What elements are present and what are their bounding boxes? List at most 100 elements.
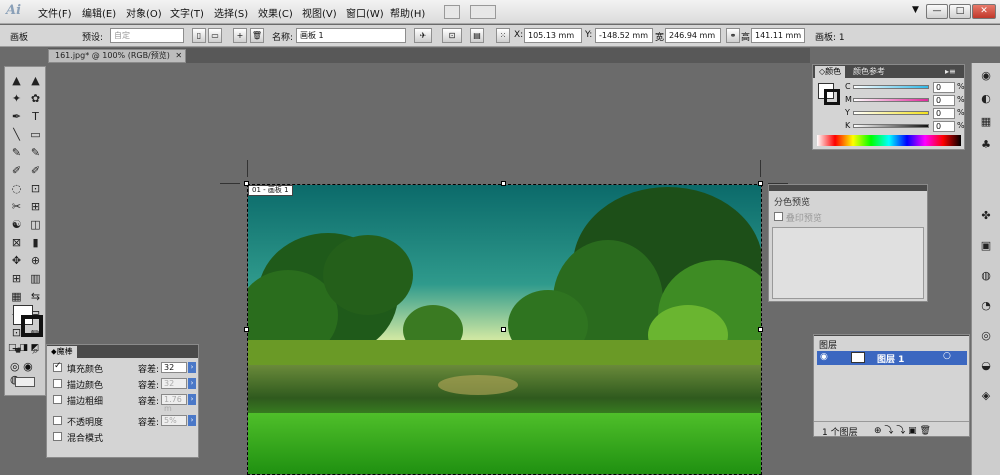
dock-panel-icon[interactable]: ▦ <box>976 113 996 131</box>
tool-icon[interactable]: ⇆ <box>27 289 44 305</box>
dock-panel-icon[interactable]: ◒ <box>976 357 996 375</box>
delete-artboard-icon[interactable]: 🗑 <box>250 28 264 43</box>
menu-object[interactable]: 对象(O) <box>126 5 162 20</box>
menu-effect[interactable]: 效果(C) <box>258 5 293 20</box>
x-input[interactable]: 105.13 mm <box>524 28 582 43</box>
color-mode-icons[interactable]: □ ◨ ◩ <box>8 343 39 353</box>
tool-icon[interactable]: ✎ <box>27 145 44 161</box>
menu-window[interactable]: 窗口(W) <box>346 5 384 20</box>
channel-input[interactable]: 0 <box>933 121 955 132</box>
width-input[interactable]: 246.94 mm <box>665 28 721 43</box>
channel-slider[interactable] <box>853 98 929 102</box>
workspace-dropdown-icon[interactable]: ▼ <box>912 5 919 15</box>
tab-color[interactable]: ◇颜色 <box>815 66 846 78</box>
tool-icon[interactable]: T <box>27 109 44 125</box>
layer-row[interactable]: ◉ 图层 1 ○ <box>817 351 967 365</box>
tool-icon[interactable]: ▦ <box>8 289 25 305</box>
maximize-button[interactable]: □ <box>949 4 971 19</box>
magic-wand-tab[interactable]: ⬥魔棒 <box>47 346 77 358</box>
center-mark-icon[interactable]: ⊡ <box>442 28 462 43</box>
y-input[interactable]: -148.52 mm <box>595 28 653 43</box>
panel-menu-icon[interactable]: ▸≡ <box>941 66 960 78</box>
landscape-icon[interactable]: ▭ <box>208 28 222 43</box>
tool-icon[interactable]: ⊕ <box>27 253 44 269</box>
artboard-name-input[interactable]: 画板 1 <box>296 28 406 43</box>
dock-panel-icon[interactable]: ✤ <box>976 207 996 225</box>
menu-view[interactable]: 视图(V) <box>302 5 337 20</box>
tool-icon[interactable]: ▮ <box>27 235 44 251</box>
tolerance-arrow-icon[interactable]: › <box>188 362 196 373</box>
color-stroke-swatch[interactable] <box>824 89 840 105</box>
target-icon[interactable]: ○ <box>943 351 951 361</box>
bridge-icon[interactable] <box>444 5 460 19</box>
tool-icon[interactable]: ▥ <box>27 271 44 287</box>
tool-icon[interactable]: ▭ <box>27 127 44 143</box>
eye-icon[interactable]: ◉ <box>820 352 828 362</box>
menu-help[interactable]: 帮助(H) <box>390 5 425 20</box>
reference-point-icon[interactable]: ⁙ <box>496 28 510 43</box>
tool-icon[interactable]: ⊞ <box>27 199 44 215</box>
tool-icon[interactable]: ▲ <box>8 73 25 89</box>
wand-checkbox[interactable] <box>53 432 62 441</box>
tool-icon[interactable]: ⊠ <box>8 235 25 251</box>
menu-edit[interactable]: 编辑(E) <box>82 5 116 20</box>
minimize-button[interactable]: — <box>926 4 948 19</box>
overprint-checkbox[interactable]: 叠印预览 <box>774 211 822 224</box>
wand-checkbox[interactable] <box>53 395 62 404</box>
wand-checkbox[interactable] <box>53 379 62 388</box>
menu-select[interactable]: 选择(S) <box>214 5 248 20</box>
tolerance-input[interactable]: 5% <box>161 415 187 426</box>
tool-icon[interactable]: ✒ <box>8 109 25 125</box>
channel-input[interactable]: 0 <box>933 95 955 106</box>
wand-checkbox[interactable]: ✓ <box>53 361 62 372</box>
tab-close-icon[interactable]: ✕ <box>175 51 182 60</box>
tool-icon[interactable]: ✎ <box>8 145 25 161</box>
channel-input[interactable]: 0 <box>933 108 955 119</box>
tool-icon[interactable]: ▲ <box>27 73 44 89</box>
channel-input[interactable]: 0 <box>933 82 955 93</box>
tab-color-guide[interactable]: 颜色参考 <box>849 66 889 78</box>
portrait-icon[interactable]: ▯ <box>192 28 206 43</box>
dock-panel-icon[interactable]: ◈ <box>976 387 996 405</box>
selection-handle[interactable] <box>244 327 249 332</box>
tool-icon[interactable]: ⊞ <box>8 271 25 287</box>
close-button[interactable]: ✕ <box>972 4 996 19</box>
document-tab[interactable]: 161.jpg* @ 100% (RGB/预览) ✕ <box>48 49 186 63</box>
arrange-documents-icon[interactable] <box>470 5 496 19</box>
tool-icon[interactable]: ◌ <box>8 181 25 197</box>
menu-type[interactable]: 文字(T) <box>170 5 204 20</box>
new-artboard-icon[interactable]: + <box>233 28 247 43</box>
channel-slider[interactable] <box>853 111 929 115</box>
layer-name[interactable]: 图层 1 <box>877 352 904 365</box>
tolerance-arrow-icon[interactable]: › <box>188 394 196 405</box>
dock-panel-icon[interactable]: ◉ <box>976 67 996 85</box>
tool-icon[interactable]: ✐ <box>27 163 44 179</box>
channel-slider[interactable] <box>853 124 929 128</box>
screen-mode-icon[interactable] <box>15 377 35 387</box>
layer-action-icons[interactable]: ⊕ ⤵ ⤵ ▣ 🗑 <box>874 423 931 436</box>
tool-icon[interactable]: ✦ <box>8 91 25 107</box>
wand-checkbox[interactable] <box>53 416 62 425</box>
stroke-swatch[interactable] <box>21 315 43 337</box>
tolerance-input[interactable]: 32 <box>161 362 187 373</box>
tool-icon[interactable]: ☯ <box>8 217 25 233</box>
color-spectrum-bar[interactable] <box>817 135 961 146</box>
tool-icon[interactable]: ✿ <box>27 91 44 107</box>
tolerance-arrow-icon[interactable]: › <box>188 378 196 389</box>
dock-panel-icon[interactable]: ▣ <box>976 237 996 255</box>
tool-icon[interactable]: ⊡ <box>27 181 44 197</box>
selection-handle[interactable] <box>501 327 506 332</box>
tolerance-input[interactable]: 1.76 m <box>161 394 187 413</box>
tolerance-arrow-icon[interactable]: › <box>188 415 196 426</box>
selection-handle[interactable] <box>758 327 763 332</box>
dock-panel-icon[interactable]: ◔ <box>976 297 996 315</box>
dock-panel-icon[interactable]: ◎ <box>976 327 996 345</box>
preset-select[interactable]: 自定 <box>110 28 184 43</box>
tolerance-input[interactable]: 32 <box>161 378 187 389</box>
tool-icon[interactable]: ✥ <box>8 253 25 269</box>
selection-handle[interactable] <box>501 181 506 186</box>
channel-slider[interactable] <box>853 85 929 89</box>
selection-handle[interactable] <box>758 181 763 186</box>
tool-icon[interactable]: ╲ <box>8 127 25 143</box>
selection-handle[interactable] <box>244 181 249 186</box>
